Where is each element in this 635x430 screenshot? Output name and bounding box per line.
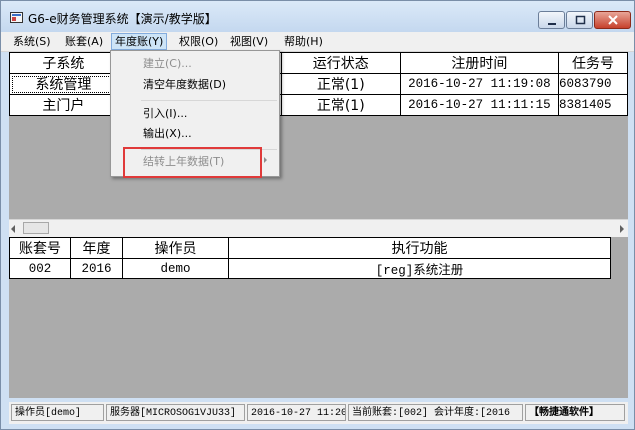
- table-header-row: 账套号 年度 操作员 执行功能: [9, 237, 611, 259]
- cell-account-no: 002: [9, 258, 71, 279]
- title-bar[interactable]: G6-e财务管理系统【演示/教学版】: [1, 1, 634, 32]
- column-header-function[interactable]: 执行功能: [228, 237, 611, 259]
- status-server: 服务器[MICROSOG1VJU33]: [106, 404, 245, 421]
- table-header-row: 子系统 运行状态 注册时间 任务号: [9, 52, 628, 74]
- menu-help[interactable]: 帮助(H): [281, 34, 326, 49]
- menu-item-clear-year-data[interactable]: 清空年度数据(D): [143, 77, 226, 93]
- app-icon: [10, 12, 23, 23]
- status-operator: 操作员[demo]: [11, 404, 104, 421]
- cell-status: 正常(1): [280, 94, 401, 116]
- cell-status: 正常(1): [280, 73, 401, 95]
- log-table: 账套号 年度 操作员 执行功能 002 2016 demo [reg]系统注册: [9, 237, 611, 279]
- menu-item-create[interactable]: 建立(C)...: [143, 56, 192, 72]
- menu-year-account[interactable]: 年度账(Y): [111, 33, 168, 50]
- horizontal-scrollbar[interactable]: [9, 219, 628, 237]
- column-header-subsystem[interactable]: 子系统: [9, 52, 118, 74]
- status-current-account: 当前账套:[002] 会计年度:[2016: [348, 404, 523, 421]
- minimize-icon: [548, 23, 556, 25]
- status-bar: 操作员[demo] 服务器[MICROSOG1VJU33] 2016-10-27…: [9, 402, 628, 424]
- menu-system[interactable]: 系统(S): [10, 34, 54, 49]
- subsystem-pane: 子系统 运行状态 注册时间 任务号 系统管理 正常(1) 2016-10-27 …: [9, 52, 628, 219]
- column-header-task-id[interactable]: 任务号: [557, 52, 628, 74]
- scroll-left-arrow-icon[interactable]: [11, 225, 15, 233]
- column-header-register-time[interactable]: 注册时间: [399, 52, 559, 74]
- cell-task-id: 6083790: [557, 73, 628, 95]
- menu-view[interactable]: 视图(V): [227, 34, 271, 49]
- menu-bar: 系统(S) 账套(A) 年度账(Y) 权限(O) 视图(V) 帮助(H): [1, 32, 634, 52]
- status-datetime: 2016-10-27 11:20: [247, 404, 346, 421]
- main-window: G6-e财务管理系统【演示/教学版】 系统(S) 账套(A) 年度账(Y) 权限…: [0, 0, 635, 430]
- cell-subsystem: 系统管理: [9, 73, 118, 95]
- subsystem-table: 子系统 运行状态 注册时间 任务号 系统管理 正常(1) 2016-10-27 …: [9, 52, 628, 116]
- cell-year: 2016: [70, 258, 123, 279]
- log-pane: 账套号 年度 操作员 执行功能 002 2016 demo [reg]系统注册: [9, 237, 628, 398]
- menu-account-set[interactable]: 账套(A): [62, 34, 106, 49]
- cell-task-id: 8381405: [557, 94, 628, 116]
- status-brand: 【畅捷通软件】: [525, 404, 625, 421]
- maximize-button[interactable]: [566, 11, 593, 29]
- window-title: G6-e财务管理系统【演示/教学版】: [28, 12, 217, 26]
- scroll-right-arrow-icon[interactable]: [620, 225, 624, 233]
- minimize-button[interactable]: [538, 11, 565, 29]
- submenu-arrow-icon: [264, 157, 267, 163]
- column-header-account-no[interactable]: 账套号: [9, 237, 71, 259]
- menu-separator: [141, 100, 277, 101]
- close-icon: [608, 15, 618, 25]
- cell-register-time: 2016-10-27 11:11:15: [399, 94, 559, 116]
- table-row[interactable]: 主门户 正常(1) 2016-10-27 11:11:15 8381405: [9, 94, 628, 116]
- maximize-icon: [575, 15, 586, 25]
- cell-operator: demo: [122, 258, 229, 279]
- cell-function: [reg]系统注册: [228, 258, 611, 279]
- column-header-status[interactable]: 运行状态: [280, 52, 401, 74]
- menu-item-export[interactable]: 输出(X)...: [143, 126, 192, 142]
- close-button[interactable]: [594, 11, 631, 29]
- highlight-annotation-box: [123, 147, 262, 178]
- table-row[interactable]: 002 2016 demo [reg]系统注册: [9, 258, 611, 279]
- cell-register-time: 2016-10-27 11:19:08: [399, 73, 559, 95]
- cell-subsystem: 主门户: [9, 94, 118, 116]
- menu-permission[interactable]: 权限(O): [176, 34, 221, 49]
- menu-item-import[interactable]: 引入(I)...: [143, 106, 187, 122]
- column-header-year[interactable]: 年度: [70, 237, 123, 259]
- scroll-thumb[interactable]: [23, 222, 49, 234]
- table-row[interactable]: 系统管理 正常(1) 2016-10-27 11:19:08 6083790: [9, 73, 628, 95]
- column-header-operator[interactable]: 操作员: [122, 237, 229, 259]
